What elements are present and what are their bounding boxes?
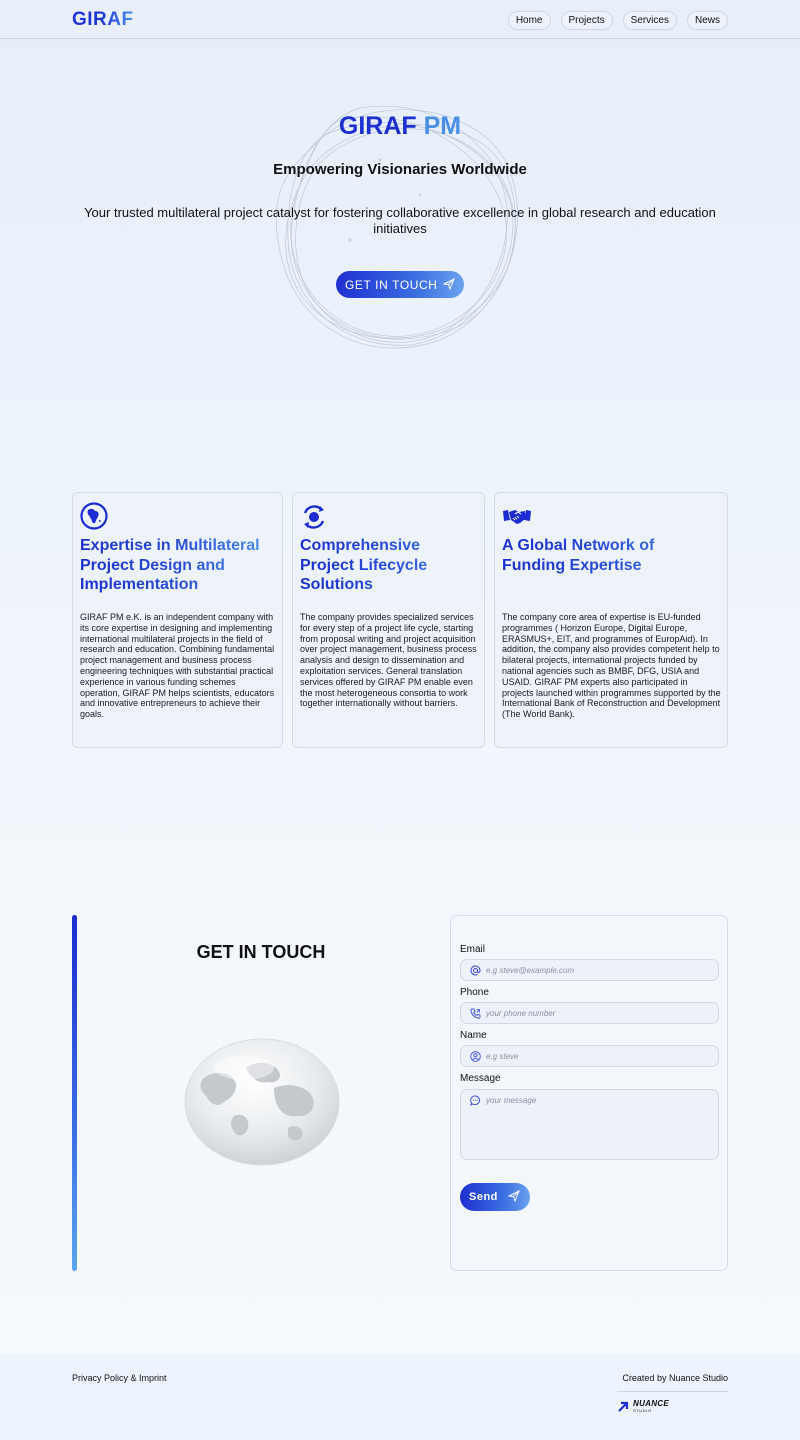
handshake-icon xyxy=(503,510,531,524)
feature-card-expertise: Expertise in Multilateral Project Design… xyxy=(72,492,283,748)
send-icon xyxy=(443,278,455,290)
main-nav: Home Projects Services News xyxy=(507,11,728,30)
email-label: Email xyxy=(460,944,486,955)
phone-field[interactable]: your phone number xyxy=(460,1002,719,1024)
nuance-name: NUANCE xyxy=(633,1399,670,1408)
nav-home[interactable]: Home xyxy=(507,11,551,30)
hero-title: GIRAF PM xyxy=(0,112,800,141)
name-placeholder: e.g steve xyxy=(486,1052,519,1061)
card-title: A Global Network of Funding Expertise xyxy=(502,536,721,575)
hero-title-suffix: PM xyxy=(423,112,462,140)
nav-projects[interactable]: Projects xyxy=(560,11,613,30)
nav-news[interactable]: News xyxy=(686,11,728,30)
contact-accent-bar xyxy=(72,915,77,1271)
message-placeholder: your message xyxy=(486,1096,537,1105)
card-body: GIRAF PM e.K. is an independent company … xyxy=(80,612,275,720)
card-body: The company provides specialized service… xyxy=(300,612,477,709)
user-icon xyxy=(470,1051,481,1062)
send-button[interactable]: Send xyxy=(460,1183,530,1211)
arrow-up-right-icon xyxy=(618,1401,629,1412)
lifecycle-icon xyxy=(303,505,325,529)
hero-title-brand: GIRAF xyxy=(338,112,417,140)
email-field[interactable]: e.g steve@example.com xyxy=(460,959,719,981)
contact-title: GET IN TOUCH xyxy=(196,942,326,962)
logo[interactable]: GIRAF xyxy=(72,9,134,31)
nuance-studio-logo[interactable]: NUANCE STUDIO xyxy=(617,1399,669,1418)
email-placeholder: e.g steve@example.com xyxy=(486,966,575,975)
site-footer: Privacy Policy & Imprint Created by Nuan… xyxy=(0,1354,800,1440)
globe-africa-icon xyxy=(80,502,108,530)
phone-icon xyxy=(470,1008,481,1019)
name-label: Name xyxy=(460,1030,487,1041)
feature-card-network: A Global Network of Funding Expertise Th… xyxy=(494,492,728,748)
nav-services[interactable]: Services xyxy=(622,11,677,30)
contact-form: Email e.g steve@example.com Phone your p… xyxy=(450,915,728,1271)
created-by-text: Created by Nuance Studio xyxy=(622,1373,728,1383)
get-in-touch-button[interactable]: GET IN TOUCH xyxy=(336,271,464,298)
privacy-policy-link[interactable]: Privacy Policy & Imprint xyxy=(72,1373,167,1383)
send-icon xyxy=(508,1190,520,1202)
name-field[interactable]: e.g steve xyxy=(460,1045,719,1067)
card-title: Comprehensive Project Lifecycle Solution… xyxy=(300,536,478,595)
send-label: Send xyxy=(469,1191,498,1203)
site-header: GIRAF Home Projects Services News xyxy=(0,0,800,39)
nuance-sub: STUDIO xyxy=(633,1408,652,1413)
globe-illustration xyxy=(184,1038,340,1166)
hero-description: Your trusted multilateral project cataly… xyxy=(84,205,716,236)
hero-subtitle: Empowering Visionaries Worldwide xyxy=(273,161,527,178)
chat-bubble-icon xyxy=(470,1095,480,1106)
card-title: Expertise in Multilateral Project Design… xyxy=(80,536,276,595)
footer-divider xyxy=(617,1391,728,1392)
phone-placeholder: your phone number xyxy=(486,1009,556,1018)
card-body: The company core area of expertise is EU… xyxy=(502,612,721,720)
feature-card-lifecycle: Comprehensive Project Lifecycle Solution… xyxy=(292,492,485,748)
at-sign-icon xyxy=(470,965,481,976)
phone-label: Phone xyxy=(460,987,489,998)
get-in-touch-label: GET IN TOUCH xyxy=(345,277,438,292)
message-label: Message xyxy=(460,1073,501,1084)
message-field[interactable]: your message xyxy=(460,1089,719,1160)
